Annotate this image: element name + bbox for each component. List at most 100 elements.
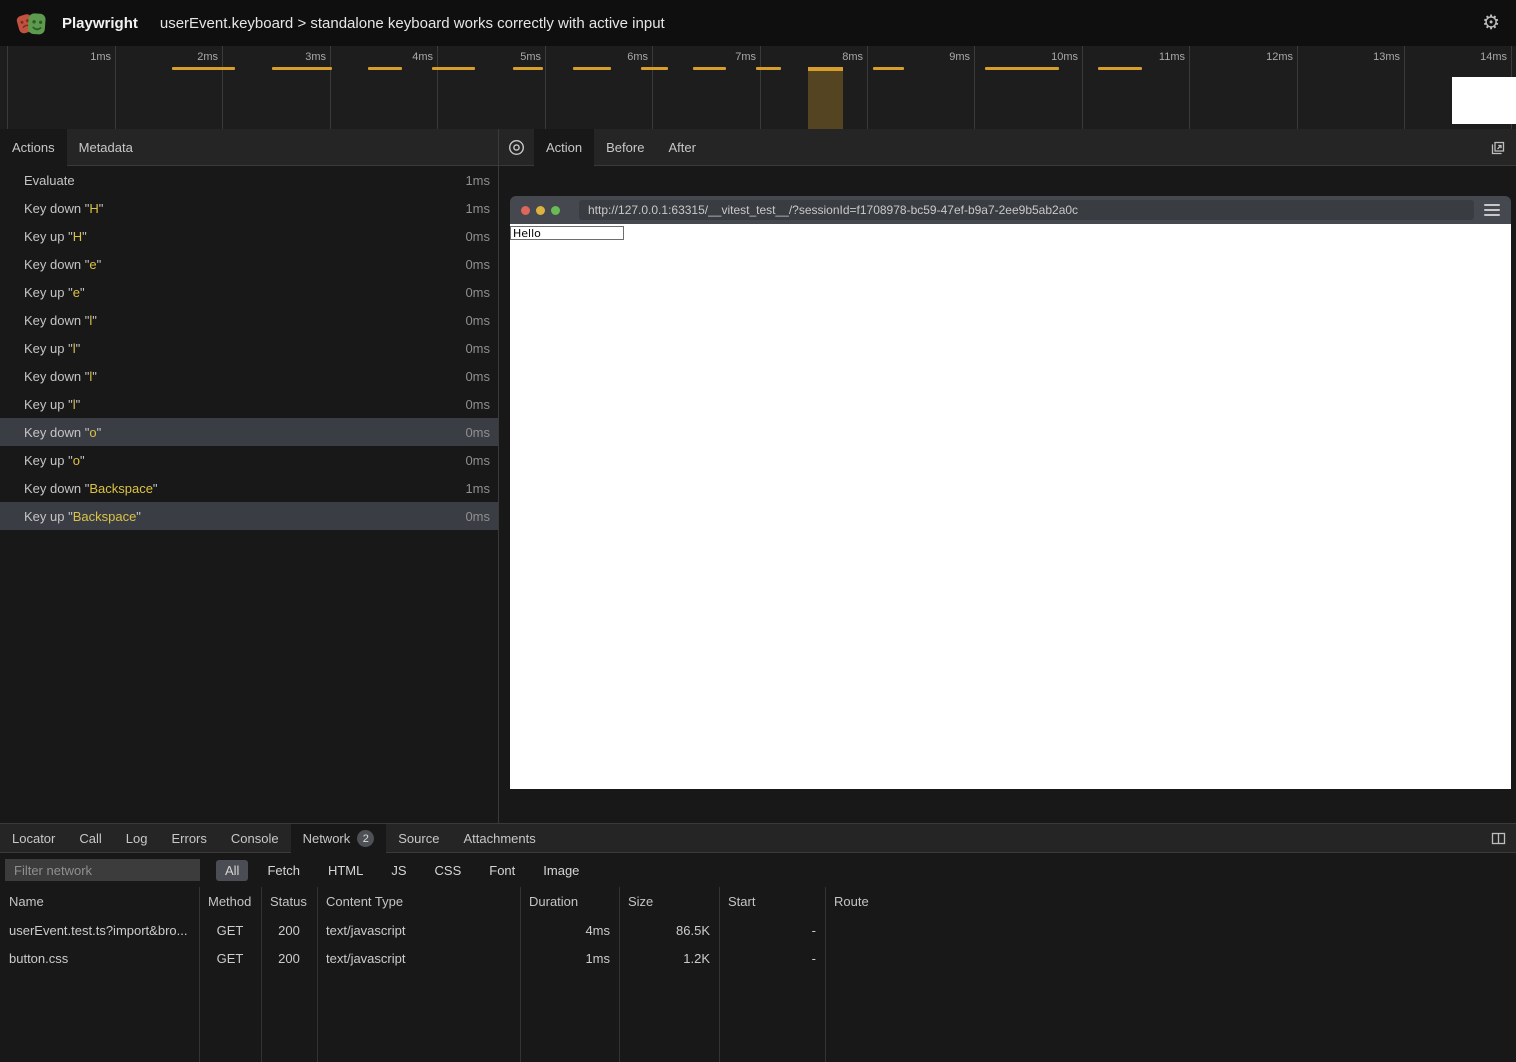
table-cell: GET [199,951,261,966]
action-label: Key down " [24,425,89,440]
action-duration: 0ms [465,425,490,440]
timeline-action-bar [368,67,402,70]
column-header[interactable]: Method [199,894,261,909]
table-cell: - [719,951,825,966]
tab-attachments[interactable]: Attachments [451,824,547,853]
tab-label: Errors [171,831,206,846]
action-duration: 0ms [465,453,490,468]
filter-chip-html[interactable]: HTML [319,860,372,881]
list-item[interactable]: Key up "e"0ms [0,278,498,306]
timeline-gridline [222,46,223,129]
timeline-tick-label: 3ms [256,51,326,63]
filter-chip-js[interactable]: JS [382,860,415,881]
action-quote: " [80,453,85,468]
list-item[interactable]: Key down "Backspace"1ms [0,474,498,502]
list-item[interactable]: Key down "o"0ms [0,418,498,446]
action-duration: 0ms [465,397,490,412]
timeline-tick-label: 10ms [1008,51,1078,63]
timeline-gridline [1404,46,1405,129]
tab-errors[interactable]: Errors [159,824,218,853]
column-header[interactable]: Start [719,894,825,909]
action-label: Key up " [24,341,73,356]
list-item[interactable]: Key up "Backspace"0ms [0,502,498,530]
action-duration: 1ms [465,173,490,188]
list-item[interactable]: Key up "H"0ms [0,222,498,250]
header-bar: Playwright userEvent.keyboard > standalo… [0,0,1516,46]
timeline-action-bar [172,67,235,70]
timeline-gridline [330,46,331,129]
tab-locator[interactable]: Locator [0,824,67,853]
timeline-gridline [115,46,116,129]
tab-label: Log [126,831,148,846]
bottom-tab-strip: Locator Call Log Errors ConsoleNetwork2 Sourc… [0,824,1516,853]
snapshot-viewport: http://127.0.0.1:63315/__vitest_test__/?… [499,166,1516,823]
table-row[interactable]: button.cssGET200text/javascript1ms1.2K- [0,944,1516,972]
filter-chip-fetch[interactable]: Fetch [258,860,309,881]
tab-action[interactable]: Action [534,129,594,166]
list-item[interactable]: Key down "l"0ms [0,362,498,390]
resource-filter-chips: All Fetch HTML JS CSS Font Image [216,860,588,881]
action-duration: 0ms [465,313,490,328]
action-quote: " [80,285,85,300]
list-item[interactable]: Key down "H"1ms [0,194,498,222]
column-header[interactable]: Route [825,894,1516,909]
tab-source[interactable]: Source [386,824,451,853]
timeline-action-bar [756,67,781,70]
action-key-value: e [73,285,80,300]
snapshot-text-input [510,226,624,240]
main-split: Actions Metadata Evaluate1msKey down "H"1… [0,129,1516,823]
browser-mock: http://127.0.0.1:63315/__vitest_test__/?… [510,196,1511,789]
table-cell: userEvent.test.ts?import&bro... [0,923,199,938]
list-item[interactable]: Key up "l"0ms [0,334,498,362]
action-quote: " [153,481,158,496]
app-name: Playwright [62,15,138,32]
tab-call[interactable]: Call [67,824,113,853]
pick-locator-icon[interactable] [499,129,534,166]
timeline-action-bar [513,67,543,70]
action-label: Key up " [24,453,73,468]
tab-label: Metadata [79,140,133,155]
column-header[interactable]: Status [261,894,317,909]
column-header[interactable]: Duration [520,894,619,909]
filter-chip-css[interactable]: CSS [426,860,471,881]
tab-log[interactable]: Log [114,824,160,853]
list-item[interactable]: Key down "l"0ms [0,306,498,334]
filter-chip-all[interactable]: All [216,860,248,881]
list-item[interactable]: Evaluate1ms [0,166,498,194]
table-row[interactable]: userEvent.test.ts?import&bro...GET200tex… [0,916,1516,944]
action-list: Evaluate1msKey down "H"1msKey up "H"0msK… [0,166,498,823]
list-item[interactable]: Key up "l"0ms [0,390,498,418]
settings-gear-icon[interactable]: ⚙ [1482,13,1500,33]
tab-network[interactable]: Network2 [291,824,387,853]
tab-metadata[interactable]: Metadata [67,129,145,166]
tab-console[interactable]: Console [219,824,291,853]
tab-actions[interactable]: Actions [0,129,67,166]
timeline[interactable]: 1ms2ms3ms4ms5ms6ms7ms8ms9ms10ms11ms12ms1… [0,46,1516,129]
action-quote: " [92,369,97,384]
spacer [708,129,1480,166]
actions-tab-strip: Actions Metadata [0,129,498,166]
tab-after[interactable]: After [656,129,707,166]
table-cell: 1ms [520,951,619,966]
action-label: Key up " [24,229,73,244]
action-duration: 0ms [465,285,490,300]
timeline-tick-label: 2ms [148,51,218,63]
column-header[interactable]: Name [0,894,199,909]
timeline-tick-label: 13ms [1330,51,1400,63]
action-key-value: Backspace [89,481,153,496]
tab-label: Locator [12,831,55,846]
tab-label: Source [398,831,439,846]
toggle-layout-icon[interactable] [1481,824,1516,853]
filter-chip-image[interactable]: Image [534,860,588,881]
timeline-action-bar [1098,67,1142,70]
column-header[interactable]: Size [619,894,719,909]
list-item[interactable]: Key up "o"0ms [0,446,498,474]
timeline-selection[interactable] [808,67,843,129]
column-header[interactable]: Content Type [317,894,520,909]
filter-chip-font[interactable]: Font [480,860,524,881]
network-filter-input[interactable] [5,859,200,881]
tab-before[interactable]: Before [594,129,656,166]
open-external-icon[interactable] [1480,129,1516,166]
snapshot-panel: ActionBeforeAfter http://12 [499,129,1516,823]
list-item[interactable]: Key down "e"0ms [0,250,498,278]
